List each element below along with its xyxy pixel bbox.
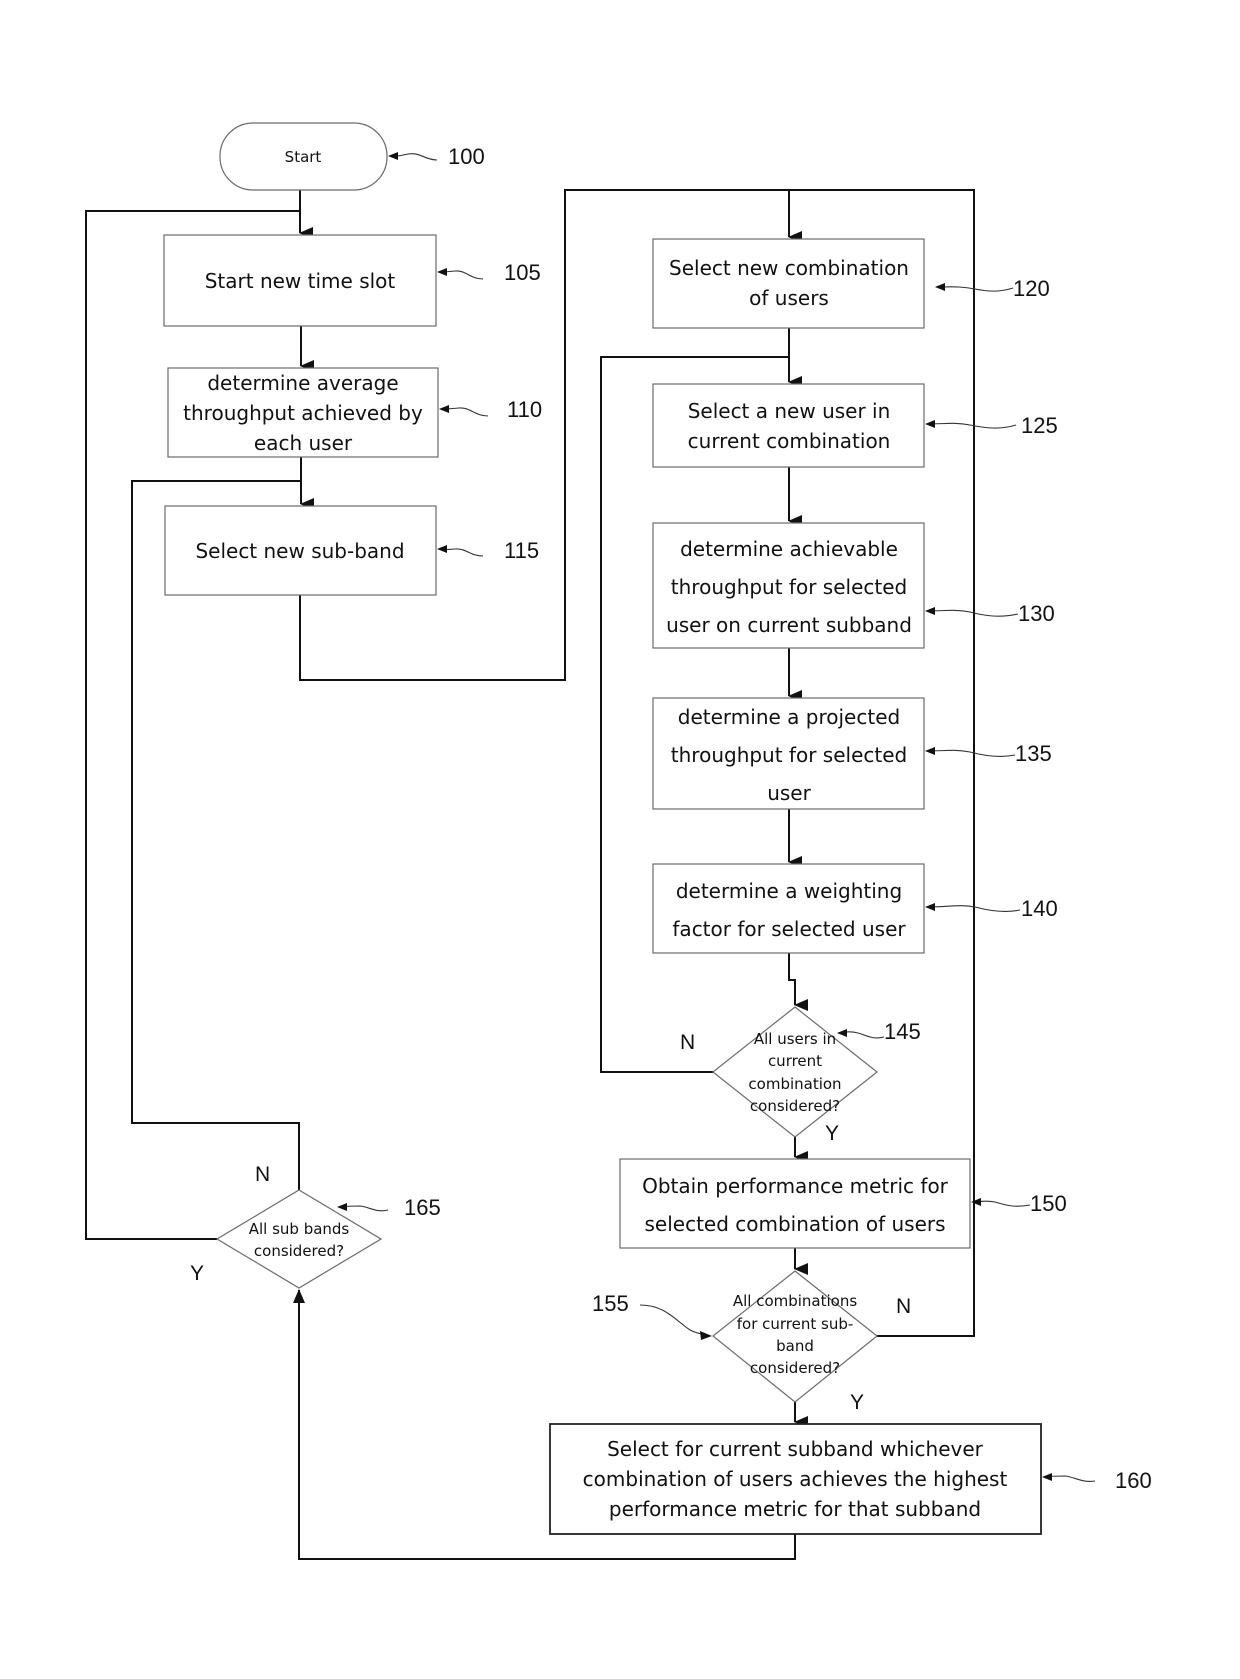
leader-145 bbox=[837, 1029, 885, 1039]
ref-numeral-145: 145 bbox=[884, 1019, 921, 1044]
leader-155 bbox=[639, 1304, 711, 1337]
branch-label-155-no: N bbox=[896, 1295, 911, 1318]
node-130-line-2: throughput for selected bbox=[671, 575, 907, 599]
node-120-select-new-combination: Select new combination of users bbox=[652, 238, 925, 329]
node-145-line-1: All users in bbox=[754, 1030, 836, 1048]
leader-150 bbox=[971, 1198, 1031, 1207]
ref-numeral-125: 125 bbox=[1021, 413, 1058, 438]
node-155-line-1: All combinations bbox=[733, 1292, 858, 1310]
node-165-line-2: considered? bbox=[254, 1242, 344, 1260]
node-135-line-2: throughput for selected bbox=[671, 743, 907, 767]
node-120-line-1: Select new combination bbox=[669, 256, 909, 280]
node-110-line-2: throughput achieved by bbox=[183, 401, 423, 425]
node-105-line-1: Start new time slot bbox=[205, 269, 396, 293]
node-155-line-3: band bbox=[776, 1337, 814, 1355]
reference-leaders bbox=[337, 152, 1096, 1482]
node-115-line-1: Select new sub-band bbox=[195, 539, 404, 563]
ref-numeral-140: 140 bbox=[1021, 896, 1058, 921]
node-130-line-3: user on current subband bbox=[666, 613, 912, 637]
node-140-line-2: factor for selected user bbox=[672, 917, 906, 941]
ref-numeral-120: 120 bbox=[1013, 276, 1050, 301]
node-115-select-new-sub-band: Select new sub-band bbox=[164, 505, 437, 596]
node-160-line-1: Select for current subband whichever bbox=[607, 1437, 984, 1461]
node-140-determine-weighting-factor: determine a weighting factor for selecte… bbox=[652, 863, 925, 954]
leader-115 bbox=[437, 545, 484, 557]
node-150-line-2: selected combination of users bbox=[644, 1212, 945, 1236]
leader-105 bbox=[437, 268, 484, 280]
ref-numeral-160: 160 bbox=[1115, 1468, 1152, 1493]
node-165-all-sub-bands-considered: All sub bands considered? bbox=[215, 1189, 383, 1289]
leader-165 bbox=[337, 1203, 389, 1212]
node-135-line-3: user bbox=[767, 781, 811, 805]
node-165-line-1: All sub bands bbox=[249, 1220, 350, 1238]
leader-160 bbox=[1042, 1473, 1096, 1482]
ref-numeral-105: 105 bbox=[504, 260, 541, 285]
ref-numeral-110: 110 bbox=[507, 397, 542, 422]
node-160-line-3: performance metric for that subband bbox=[609, 1497, 981, 1521]
node-145-line-3: combination bbox=[748, 1075, 841, 1093]
node-160-select-best-combination: Select for current subband whichever com… bbox=[549, 1423, 1042, 1535]
node-110-determine-average-throughput: determine average throughput achieved by… bbox=[167, 367, 439, 458]
node-155-line-2: for current sub- bbox=[737, 1315, 854, 1333]
leader-135 bbox=[925, 747, 1016, 757]
flowchart-canvas: Start Start new time slot determine aver… bbox=[85, 122, 1152, 1560]
leader-155-arrowhead bbox=[700, 1331, 712, 1340]
branch-label-145-no: N bbox=[680, 1031, 695, 1054]
node-150-line-1: Obtain performance metric for bbox=[642, 1174, 949, 1198]
node-125-line-2: current combination bbox=[688, 429, 891, 453]
node-135-determine-projected-throughput: determine a projected throughput for sel… bbox=[652, 697, 925, 810]
node-155-line-4: considered? bbox=[750, 1359, 840, 1377]
edge-165-105-yes bbox=[85, 210, 300, 1240]
node-145-line-2: current bbox=[768, 1052, 822, 1070]
node-125-line-1: Select a new user in bbox=[688, 399, 891, 423]
leader-110 bbox=[439, 405, 489, 417]
node-155-all-combinations-considered: All combinations for current sub- band c… bbox=[712, 1270, 878, 1403]
edge-140-145 bbox=[788, 953, 808, 1011]
ref-numeral-155: 155 bbox=[592, 1291, 629, 1316]
node-125-select-new-user: Select a new user in current combination bbox=[652, 383, 925, 468]
node-145-all-users-considered: All users in current combination conside… bbox=[712, 1006, 878, 1138]
leader-125 bbox=[925, 420, 1017, 429]
leader-100 bbox=[388, 152, 438, 161]
branch-label-145-yes: Y bbox=[825, 1122, 839, 1145]
node-130-line-1: determine achievable bbox=[680, 537, 898, 561]
branch-label-155-yes: Y bbox=[850, 1391, 864, 1414]
node-160-line-2: combination of users achieves the highes… bbox=[583, 1467, 1008, 1491]
node-110-line-3: each user bbox=[254, 431, 353, 455]
node-start: Start bbox=[219, 122, 388, 191]
ref-numeral-135: 135 bbox=[1015, 741, 1052, 766]
node-130-determine-achievable-throughput: determine achievable throughput for sele… bbox=[652, 522, 925, 649]
node-150-obtain-performance-metric: Obtain performance metric for selected c… bbox=[619, 1158, 971, 1249]
node-105-start-new-time-slot: Start new time slot bbox=[163, 234, 437, 327]
branch-label-165-no: N bbox=[255, 1163, 270, 1186]
node-145-line-4: considered? bbox=[750, 1097, 840, 1115]
node-140-line-1: determine a weighting bbox=[676, 879, 902, 903]
node-110-line-1: determine average bbox=[207, 371, 398, 395]
ref-numeral-130: 130 bbox=[1018, 601, 1055, 626]
node-start-label: Start bbox=[285, 148, 322, 166]
branch-label-165-yes: Y bbox=[190, 1262, 204, 1285]
node-135-line-1: determine a projected bbox=[678, 705, 900, 729]
leader-130 bbox=[925, 607, 1019, 617]
ref-numeral-165: 165 bbox=[404, 1195, 441, 1220]
node-120-line-2: of users bbox=[749, 286, 829, 310]
ref-numeral-150: 150 bbox=[1030, 1191, 1067, 1216]
ref-numeral-115: 115 bbox=[504, 538, 539, 563]
ref-numeral-100: 100 bbox=[448, 144, 485, 169]
